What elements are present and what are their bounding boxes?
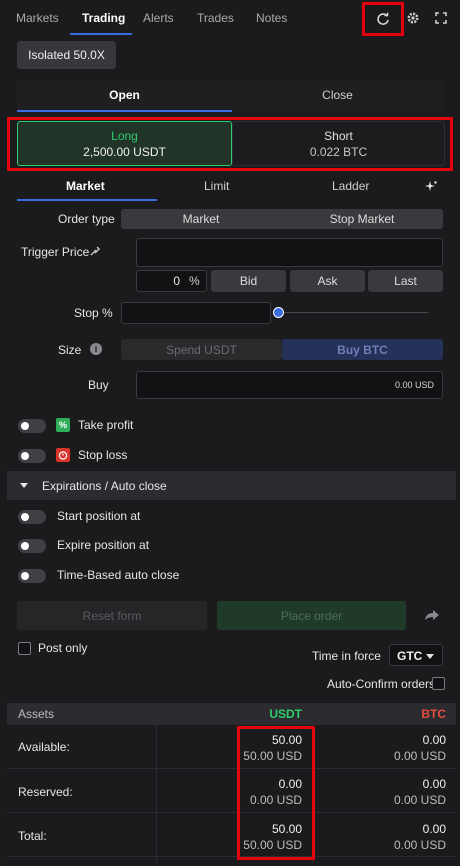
tif-label: Time in force [312, 649, 381, 663]
total-btc: 0.00 [422, 822, 446, 836]
expire-position-toggle[interactable] [18, 539, 46, 553]
place-order-button[interactable]: Place order [217, 601, 406, 630]
take-profit-icon: % [56, 418, 70, 432]
row-divider [7, 812, 456, 813]
gear-icon [407, 12, 419, 24]
reserved-btc-usd: 0.00 USD [393, 793, 446, 807]
spend-usdt-option[interactable]: Spend USDT [121, 339, 282, 360]
tab-open-underline [17, 110, 232, 112]
tab-market-underline [17, 199, 157, 201]
reserved-btc: 0.00 [422, 777, 446, 791]
percent-unit: % [189, 274, 200, 288]
row-divider [7, 768, 456, 769]
settings-button[interactable] [398, 4, 428, 32]
stop-loss-icon [56, 448, 70, 462]
chevron-down-icon [426, 654, 434, 659]
take-profit-label: Take profit [78, 418, 134, 432]
short-value: 0.022 BTC [309, 145, 368, 159]
stop-loss-label: Stop loss [78, 448, 128, 462]
table-row-label: Available: [18, 740, 70, 754]
order-type-stop-market[interactable]: Stop Market [281, 209, 443, 229]
expirations-label: Expirations / Auto close [42, 479, 167, 493]
tab-open[interactable]: Open [17, 88, 232, 102]
stop-slider-handle[interactable] [273, 307, 284, 318]
available-btc: 0.00 [422, 733, 446, 747]
long-button[interactable]: Long 2,500.00 USDT [17, 121, 232, 166]
order-type-label: Order type [58, 212, 115, 226]
table-row-label: Reserved: [18, 785, 73, 799]
long-value: 2,500.00 USDT [83, 145, 166, 159]
bid-button[interactable]: Bid [211, 270, 286, 292]
btc-column-header: BTC [421, 707, 446, 721]
tif-select[interactable]: GTC [389, 644, 443, 666]
usdt-column-header: USDT [269, 707, 302, 721]
margin-mode-label: Isolated 50.0X [28, 48, 105, 62]
size-label: Size [58, 343, 82, 357]
trigger-price-label: Trigger Price [21, 245, 90, 259]
short-button[interactable]: Short 0.022 BTC [232, 121, 445, 166]
start-position-toggle[interactable] [18, 510, 46, 524]
start-position-label: Start position at [57, 509, 141, 523]
tab-close[interactable]: Close [232, 88, 443, 102]
take-profit-toggle[interactable] [18, 419, 46, 433]
trigger-price-input[interactable] [136, 238, 443, 267]
stop-percent-label: Stop % [74, 306, 113, 320]
expire-position-label: Expire position at [57, 538, 150, 552]
tab-notes[interactable]: Notes [256, 0, 287, 36]
tab-market[interactable]: Market [66, 179, 105, 193]
tab-alerts[interactable]: Alerts [143, 0, 174, 36]
long-label: Long [111, 129, 138, 143]
usdt-values-highlight [237, 726, 315, 860]
ask-button[interactable]: Ask [290, 270, 365, 292]
tab-limit[interactable]: Limit [204, 179, 229, 193]
post-only-label: Post only [38, 641, 88, 655]
tab-ladder[interactable]: Ladder [332, 179, 369, 193]
order-type-market[interactable]: Market [121, 209, 281, 229]
buy-btc-option[interactable]: Buy BTC [282, 339, 443, 360]
tif-value: GTC [397, 649, 423, 663]
table-row-label: Total: [18, 829, 47, 843]
stop-loss-toggle[interactable] [18, 449, 46, 463]
info-icon[interactable]: i [90, 343, 102, 355]
available-btc-usd: 0.00 USD [393, 749, 446, 763]
row-divider [7, 856, 456, 857]
stop-slider-track [283, 312, 428, 313]
last-button[interactable]: Last [368, 270, 443, 292]
forward-icon[interactable] [424, 608, 440, 622]
stop-percent-input[interactable] [121, 302, 271, 324]
auto-confirm-label: Auto-Confirm orders [327, 677, 436, 691]
expand-button[interactable] [426, 4, 456, 32]
expand-icon [435, 12, 447, 24]
pipette-icon[interactable] [89, 245, 103, 259]
short-label: Short [324, 129, 353, 143]
tab-trades[interactable]: Trades [197, 0, 234, 36]
buy-input[interactable]: 0.00 USD [136, 371, 443, 399]
tab-trading[interactable]: Trading [82, 0, 125, 36]
sparkle-icon[interactable] [424, 180, 438, 194]
time-based-label: Time-Based auto close [57, 568, 180, 582]
auto-confirm-checkbox[interactable] [432, 677, 445, 690]
tab-markets[interactable]: Markets [16, 0, 59, 36]
tab-trading-underline [70, 33, 132, 35]
assets-header-label: Assets [18, 707, 55, 721]
reset-form-button[interactable]: Reset form [17, 601, 207, 630]
chevron-down-icon [20, 483, 28, 488]
refresh-icon [377, 12, 389, 25]
buy-label: Buy [88, 378, 109, 392]
total-btc-usd: 0.00 USD [393, 838, 446, 852]
time-based-toggle[interactable] [18, 569, 46, 583]
margin-mode-button[interactable]: Isolated 50.0X [17, 41, 116, 69]
post-only-checkbox[interactable] [18, 642, 31, 655]
